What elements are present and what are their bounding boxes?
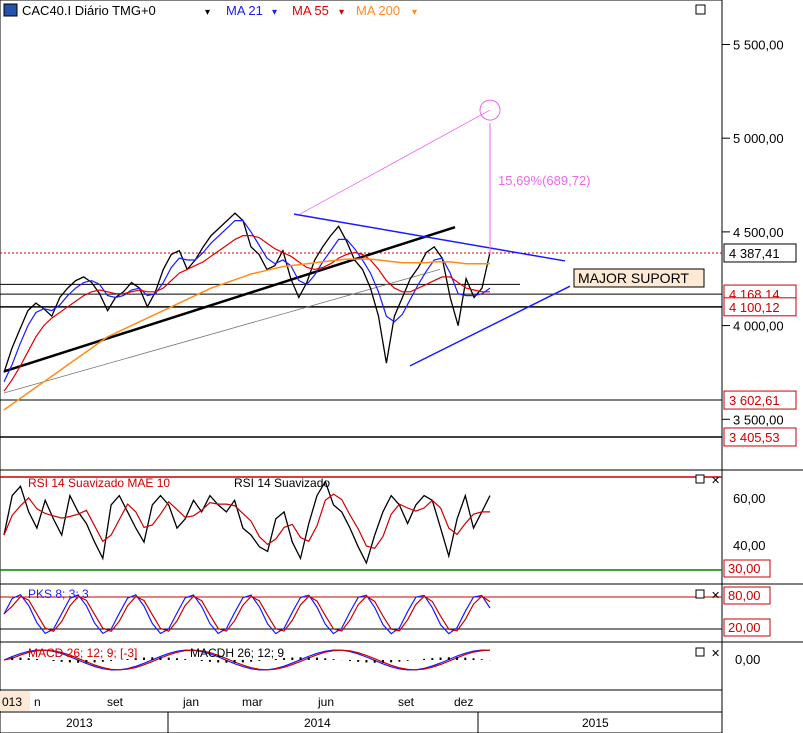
month-label: set xyxy=(398,695,415,709)
macd-close-icon[interactable]: ✕ xyxy=(711,648,720,660)
chart-window: 15,69%(689,72) CAC40.I Diário TMG+0 ▾ MA… xyxy=(0,0,803,733)
symbol-dropdown-icon[interactable]: ▾ xyxy=(205,7,210,18)
time-axis: 013 n set jan mar jun set dez 2013 2014 … xyxy=(0,689,723,733)
month-label: mar xyxy=(242,695,263,709)
chart-canvas: 15,69%(689,72) CAC40.I Diário TMG+0 ▾ MA… xyxy=(0,0,803,733)
major-support-label: MAJOR SUPORT xyxy=(578,270,689,286)
plot-frame xyxy=(0,0,723,691)
ma55-label[interactable]: MA 55 xyxy=(292,3,329,18)
price-tag: 4 100,12 xyxy=(729,300,780,315)
rsi-mae-title[interactable]: RSI 14 Suavizado MAE 10 xyxy=(28,476,170,490)
price-axis-label: 5 000,00 xyxy=(733,131,784,146)
price-axis-label: 4 000,00 xyxy=(733,319,784,334)
macd-zero-label: 0,00 xyxy=(735,652,760,667)
maximize-icon[interactable] xyxy=(695,4,706,15)
symbol-title[interactable]: CAC40.I Diário TMG+0 xyxy=(22,3,156,18)
stoch-maximize-icon[interactable] xyxy=(695,589,705,599)
price-tag: 4 387,41 xyxy=(729,246,780,261)
chart-logo-icon xyxy=(3,3,18,17)
macd-title[interactable]: MACD 26; 12; 9; [-3] xyxy=(28,646,137,660)
month-label: dez xyxy=(454,695,473,709)
stoch-close-icon[interactable]: ✕ xyxy=(711,590,720,602)
stoch-upper-tag: 80,00 xyxy=(728,588,761,603)
price-axis-label: 5 500,00 xyxy=(733,37,784,52)
price-axis-label: 3 500,00 xyxy=(733,412,784,427)
price-axis: 5 500,00 5 000,00 4 500,00 4 000,00 3 500,00 xyxy=(722,37,784,427)
price-tag: 3 602,61 xyxy=(729,393,780,408)
macd-maximize-icon[interactable] xyxy=(695,647,705,657)
rsi-lower-tag: 30,00 xyxy=(728,561,761,576)
rsi-label-60: 60,00 xyxy=(733,491,766,506)
macdh-title[interactable]: MACDH 26; 12; 9 xyxy=(190,646,284,660)
month-label: set xyxy=(107,695,124,709)
year-label: 2015 xyxy=(582,716,609,730)
ma200-label[interactable]: MA 200 xyxy=(356,3,400,18)
price-axis-label: 4 500,00 xyxy=(733,225,784,240)
month-label: 013 xyxy=(2,695,22,709)
ma21-dropdown-icon[interactable]: ▾ xyxy=(272,7,277,18)
ma21-label[interactable]: MA 21 xyxy=(226,3,263,18)
month-label: jun xyxy=(317,695,334,709)
month-label: jan xyxy=(182,695,199,709)
ma200-dropdown-icon[interactable]: ▾ xyxy=(412,7,417,18)
projection-text: 15,69%(689,72) xyxy=(498,173,591,188)
rsi-maximize-icon[interactable] xyxy=(695,474,705,484)
ma55-dropdown-icon[interactable]: ▾ xyxy=(339,7,344,18)
month-label: n xyxy=(34,695,41,709)
stoch-title[interactable]: PKS 8; 3; 3 xyxy=(28,587,89,601)
rsi-close-icon[interactable]: ✕ xyxy=(711,475,720,487)
year-label: 2014 xyxy=(304,716,331,730)
price-tag: 3 405,53 xyxy=(729,430,780,445)
rsi-title[interactable]: RSI 14 Suavizado xyxy=(234,476,330,490)
year-label: 2013 xyxy=(66,716,93,730)
rsi-label-40: 40,00 xyxy=(733,538,766,553)
stoch-lower-tag: 20,00 xyxy=(728,620,761,635)
